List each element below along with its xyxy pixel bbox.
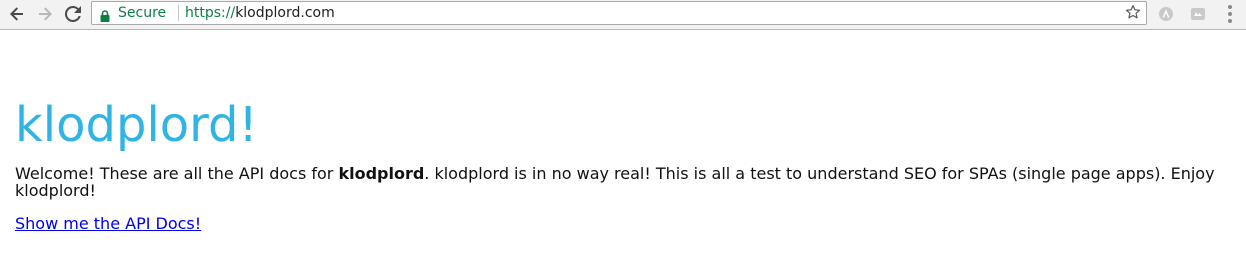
back-button[interactable] (5, 3, 29, 25)
url-text[interactable]: https://klodplord.com (185, 4, 335, 22)
back-arrow-icon (10, 7, 23, 21)
url-host: klodplord.com (235, 5, 335, 21)
bookmark-star-icon[interactable] (1125, 4, 1141, 24)
url-scheme: https:// (185, 5, 236, 21)
forward-button[interactable] (33, 3, 57, 25)
lock-icon (100, 7, 110, 26)
security-label: Secure (118, 5, 167, 21)
browser-toolbar: Secure https://klodplord.com (0, 0, 1246, 30)
address-bar[interactable]: Secure https://klodplord.com (91, 1, 1147, 25)
page-title: klodplord! (15, 97, 258, 153)
api-docs-link[interactable]: Show me the API Docs! (15, 215, 201, 233)
forward-arrow-icon (39, 7, 52, 21)
intro-brand-name: klodplord (338, 164, 425, 183)
extension-icon[interactable] (1157, 5, 1175, 23)
reload-button[interactable] (61, 3, 85, 25)
kebab-menu-icon[interactable] (1223, 5, 1237, 23)
extension-icon[interactable] (1189, 5, 1207, 23)
reload-icon (65, 6, 81, 22)
address-divider (178, 5, 179, 21)
page-content: klodplord! Welcome! These are all the AP… (15, 30, 1231, 233)
intro-paragraph: Welcome! These are all the API docs for … (15, 165, 1231, 199)
